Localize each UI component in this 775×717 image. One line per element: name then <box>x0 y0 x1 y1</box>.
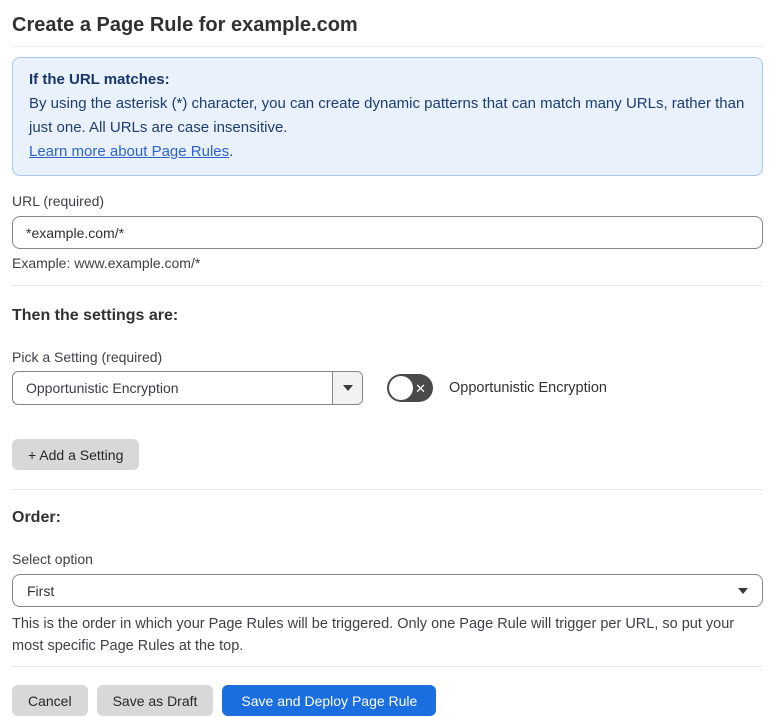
setting-picker-value: Opportunistic Encryption <box>26 380 179 396</box>
url-field-label: URL (required) <box>12 193 105 209</box>
setting-picker-arrow-button[interactable] <box>332 372 362 404</box>
info-box-heading: If the URL matches: <box>29 71 170 88</box>
chevron-down-icon <box>342 385 353 391</box>
save-as-draft-button[interactable]: Save as Draft <box>96 685 214 716</box>
link-suffix: . <box>229 143 234 160</box>
info-box-body: By using the asterisk (*) character, you… <box>29 95 745 136</box>
order-select-label: Select option <box>12 551 93 567</box>
cancel-button[interactable]: Cancel <box>12 685 88 716</box>
toggle-off-x-icon: ✕ <box>415 380 426 396</box>
page-rule-form: Create a Page Rule for example.com If th… <box>0 0 775 716</box>
order-select-value: First <box>27 582 55 599</box>
pick-setting-label: Pick a Setting (required) <box>12 349 163 365</box>
footer-divider <box>12 666 763 667</box>
footer-actions: Cancel Save as Draft Save and Deploy Pag… <box>12 685 763 716</box>
section-divider-1 <box>12 285 763 286</box>
toggle-knob <box>389 376 413 400</box>
url-example-helper: Example: www.example.com/* <box>12 255 201 271</box>
info-box-link-line: Learn more about Page Rules. <box>29 140 746 164</box>
learn-more-link[interactable]: Learn more about Page Rules <box>29 143 229 160</box>
order-helper-text: This is the order in which your Page Rul… <box>12 616 735 654</box>
url-input[interactable] <box>12 216 763 249</box>
order-section-heading: Order: <box>12 509 61 526</box>
title-divider <box>12 46 763 47</box>
setting-row: Opportunistic Encryption ✕ Opportunistic… <box>12 371 763 405</box>
opportunistic-encryption-toggle[interactable]: ✕ <box>387 374 433 402</box>
section-divider-2 <box>12 489 763 490</box>
order-select[interactable]: First <box>12 574 763 607</box>
settings-section-heading: Then the settings are: <box>12 307 179 324</box>
setting-picker-dropdown[interactable]: Opportunistic Encryption <box>12 371 363 405</box>
add-setting-button[interactable]: + Add a Setting <box>12 439 140 470</box>
chevron-down-icon <box>738 587 748 594</box>
save-and-deploy-button[interactable]: Save and Deploy Page Rule <box>222 685 437 716</box>
url-match-info-box: If the URL matches: By using the asteris… <box>12 57 763 176</box>
toggle-label: Opportunistic Encryption <box>449 380 607 396</box>
page-title: Create a Page Rule for example.com <box>12 14 358 36</box>
